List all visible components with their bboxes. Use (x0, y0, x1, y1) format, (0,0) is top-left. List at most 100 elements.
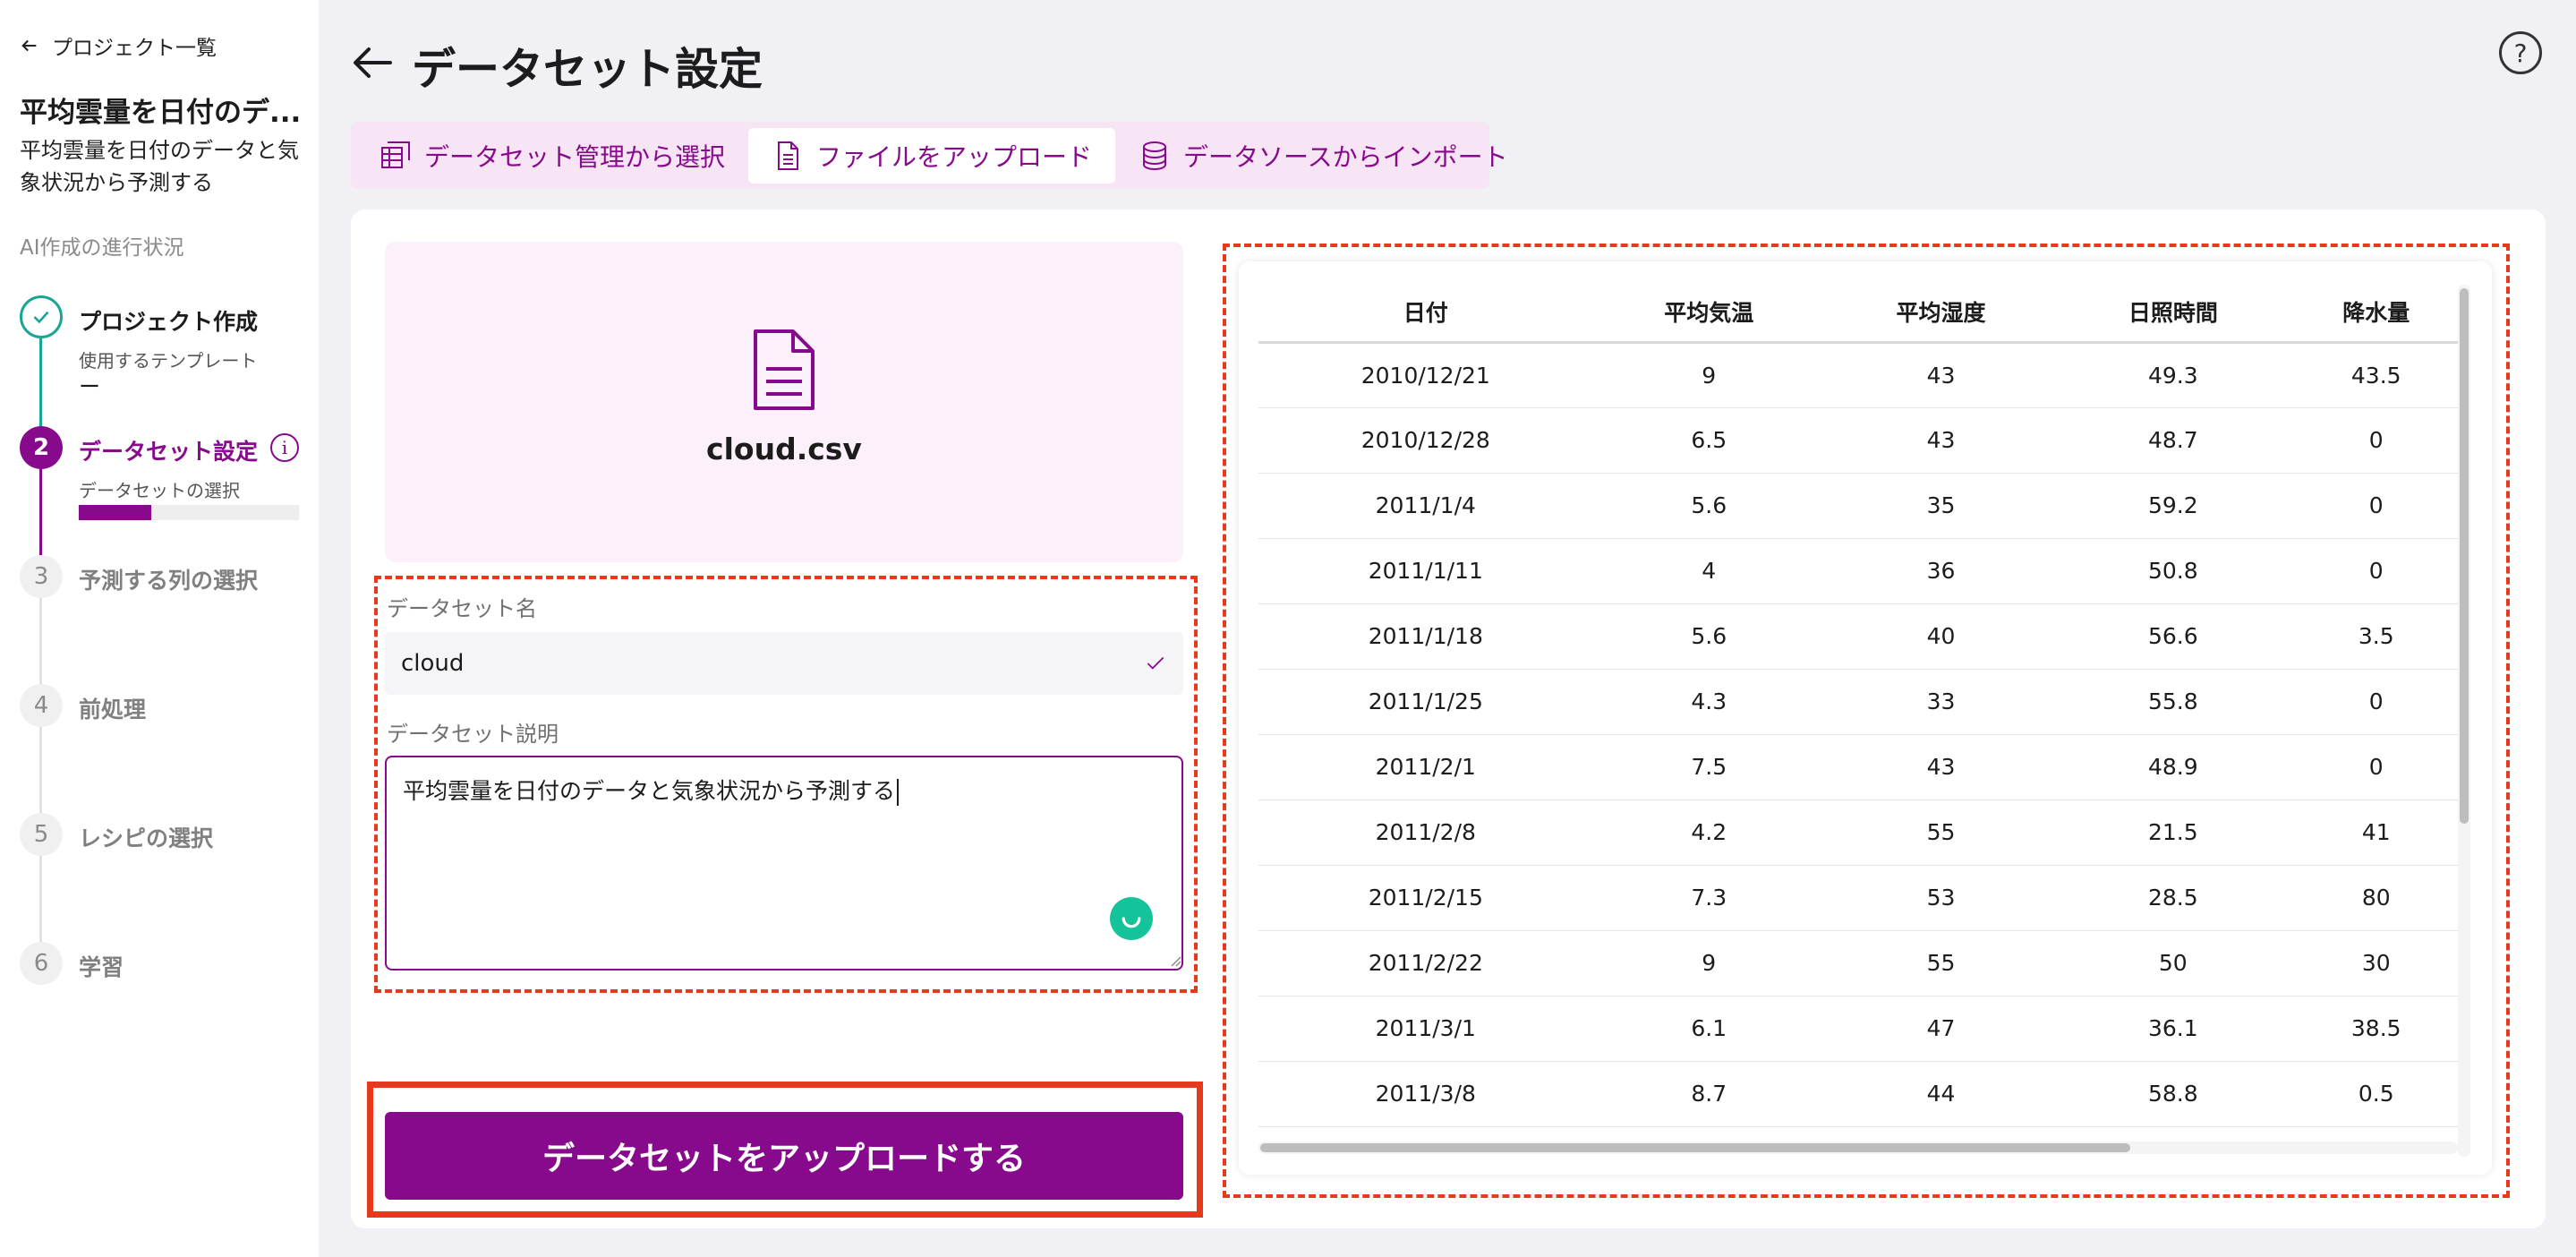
table-cell: 2011/3/1 (1258, 996, 1593, 1062)
table-cell: 2010/12/28 (1258, 407, 1593, 474)
table-cell: 2011/1/25 (1258, 669, 1593, 735)
table-cell: 0 (2289, 407, 2463, 474)
upload-dataset-button[interactable]: データセットをアップロードする (385, 1112, 1183, 1200)
source-tabs: データセット管理から選択 ファイルをアップロード データソースからインポート (351, 122, 1508, 189)
horizontal-scroll-thumb[interactable] (1260, 1143, 2130, 1152)
column-header-date: 日付 (1258, 283, 1593, 344)
table-cell: 2011/2/1 (1258, 734, 1593, 800)
step-4-number: 4 (20, 684, 63, 727)
step-2-number: 2 (20, 426, 63, 469)
step-2-progress-fill (79, 505, 152, 520)
table-cell: 47 (1824, 996, 2058, 1062)
step-connector-todo (39, 596, 42, 963)
step-2-progress-bar (79, 505, 299, 520)
step-3-label[interactable]: 予測する列の選択 (79, 563, 258, 595)
table-cell: 9 (1592, 930, 1825, 996)
tab-data-source-import-label: データソースからインポート (1183, 141, 1508, 172)
resize-handle-icon[interactable] (1169, 954, 1181, 967)
step-connector-active (39, 469, 42, 559)
dataset-name-input[interactable]: cloud (385, 632, 1183, 695)
tab-file-upload-label: ファイルをアップロード (816, 141, 1093, 172)
table-cell: 0.5 (2289, 1061, 2463, 1127)
step-connector-done (39, 338, 42, 428)
step-4-label[interactable]: 前処理 (79, 692, 146, 724)
back-link-label: プロジェクト一覧 (52, 37, 217, 60)
tab-dataset-management[interactable]: データセット管理から選択 (356, 128, 748, 184)
table-cell: 7.5 (1592, 734, 1825, 800)
table-cell: 44 (1824, 1061, 2058, 1127)
table-cell: 0 (2289, 669, 2463, 735)
table-cell: 55 (1824, 800, 2058, 866)
table-cell: 56.6 (2057, 603, 2290, 670)
tab-data-source-import[interactable]: データソースからインポート (1115, 128, 1531, 184)
vertical-scroll-thumb[interactable] (2460, 288, 2469, 824)
tab-file-upload[interactable]: ファイルをアップロード (748, 127, 1116, 184)
step-1-template-value: ー (79, 374, 100, 399)
table-cell: 48.9 (2057, 734, 2290, 800)
info-icon[interactable]: i (270, 433, 299, 462)
dataset-preview-table: 日付 平均気温 平均湿度 日照時間 降水量 2010/12/21 9 43 49.3 4… (1258, 283, 2463, 1127)
table-row: 2011/1/25 4.3 33 55.8 0 (1258, 669, 2463, 735)
grammar-assistant-icon[interactable] (1110, 897, 1153, 940)
table-cell: 30 (2289, 930, 2463, 996)
table-body: 2010/12/21 9 43 49.3 43.5 2010/12/28 6.5 43 48.7… (1258, 342, 2463, 1127)
table-cell: 4 (1592, 538, 1825, 604)
step-5-number: 5 (20, 813, 63, 856)
dataset-name-value: cloud (401, 650, 465, 677)
table-cell: 4.2 (1592, 800, 1825, 866)
back-to-projects-link[interactable]: プロジェクト一覧 (20, 30, 217, 61)
table-cell: 43 (1824, 342, 2058, 408)
table-cell: 9 (1592, 342, 1825, 408)
text-caret (897, 779, 900, 806)
dataset-description-value: 平均雲量を日付のデータと気象状況から予測する (403, 778, 896, 804)
step-1-label[interactable]: プロジェクト作成 (79, 304, 258, 337)
step-6-label[interactable]: 学習 (79, 950, 124, 982)
help-icon[interactable]: ? (2499, 31, 2542, 74)
file-preview[interactable]: cloud.csv (385, 242, 1183, 562)
step-2-sublabel: データセットの選択 (79, 480, 240, 501)
table-cell: 58.8 (2057, 1061, 2290, 1127)
table-row: 2011/2/8 4.2 55 21.5 41 (1258, 800, 2463, 866)
table-cell: 4.3 (1592, 669, 1825, 735)
column-header-sunshine: 日照時間 (2057, 283, 2290, 344)
file-name: cloud.csv (706, 432, 862, 466)
step-2-label[interactable]: データセット設定 (79, 434, 258, 466)
table-cell: 0 (2289, 538, 2463, 604)
table-cell: 6.1 (1592, 996, 1825, 1062)
table-cell: 33 (1824, 669, 2058, 735)
table-cell: 50 (2057, 930, 2290, 996)
table-row: 2011/1/4 5.6 35 59.2 0 (1258, 473, 2463, 539)
table-header-row: 日付 平均気温 平均湿度 日照時間 降水量 (1258, 283, 2463, 344)
table-cell: 3.5 (2289, 603, 2463, 670)
step-5-label[interactable]: レシピの選択 (79, 821, 213, 853)
project-title: 平均雲量を日付のデ... (20, 97, 302, 129)
page-title: データセット設定 (412, 44, 763, 95)
column-header-avg-temp: 平均気温 (1592, 283, 1825, 344)
table-cell: 80 (2289, 865, 2463, 931)
table-row: 2011/2/15 7.3 53 28.5 80 (1258, 865, 2463, 931)
table-row: 2011/2/1 7.5 43 48.9 0 (1258, 734, 2463, 800)
csv-file-icon (754, 329, 815, 410)
table-cell: 55 (1824, 930, 2058, 996)
column-header-precipitation: 降水量 (2289, 283, 2463, 344)
table-cell: 0 (2289, 473, 2463, 539)
project-description: 平均雲量を日付のデータと気象状況から予測する (20, 138, 299, 195)
table-cell: 41 (2289, 800, 2463, 866)
table-cell: 5.6 (1592, 473, 1825, 539)
dataset-preview-table-panel: 日付 平均気温 平均湿度 日照時間 降水量 2010/12/21 9 43 49.3 4… (1239, 261, 2492, 1175)
table-row: 2010/12/28 6.5 43 48.7 0 (1258, 407, 2463, 474)
table-row: 2011/2/22 9 55 50 30 (1258, 930, 2463, 996)
table-cell: 2011/2/8 (1258, 800, 1593, 866)
dataset-description-textarea[interactable]: 平均雲量を日付のデータと気象状況から予測する (385, 756, 1183, 971)
back-arrow-icon[interactable] (349, 39, 396, 86)
table-cell: 38.5 (2289, 996, 2463, 1062)
table-cell: 53 (1824, 865, 2058, 931)
dataset-manage-icon (381, 141, 410, 168)
table-cell: 8.7 (1592, 1061, 1825, 1127)
step-3-number: 3 (20, 555, 63, 598)
step-1-check-icon (20, 295, 63, 338)
table-cell: 40 (1824, 603, 2058, 670)
table-cell: 0 (2289, 734, 2463, 800)
table-cell: 2011/3/8 (1258, 1061, 1593, 1127)
progress-title: AI作成の進行状況 (20, 236, 184, 260)
